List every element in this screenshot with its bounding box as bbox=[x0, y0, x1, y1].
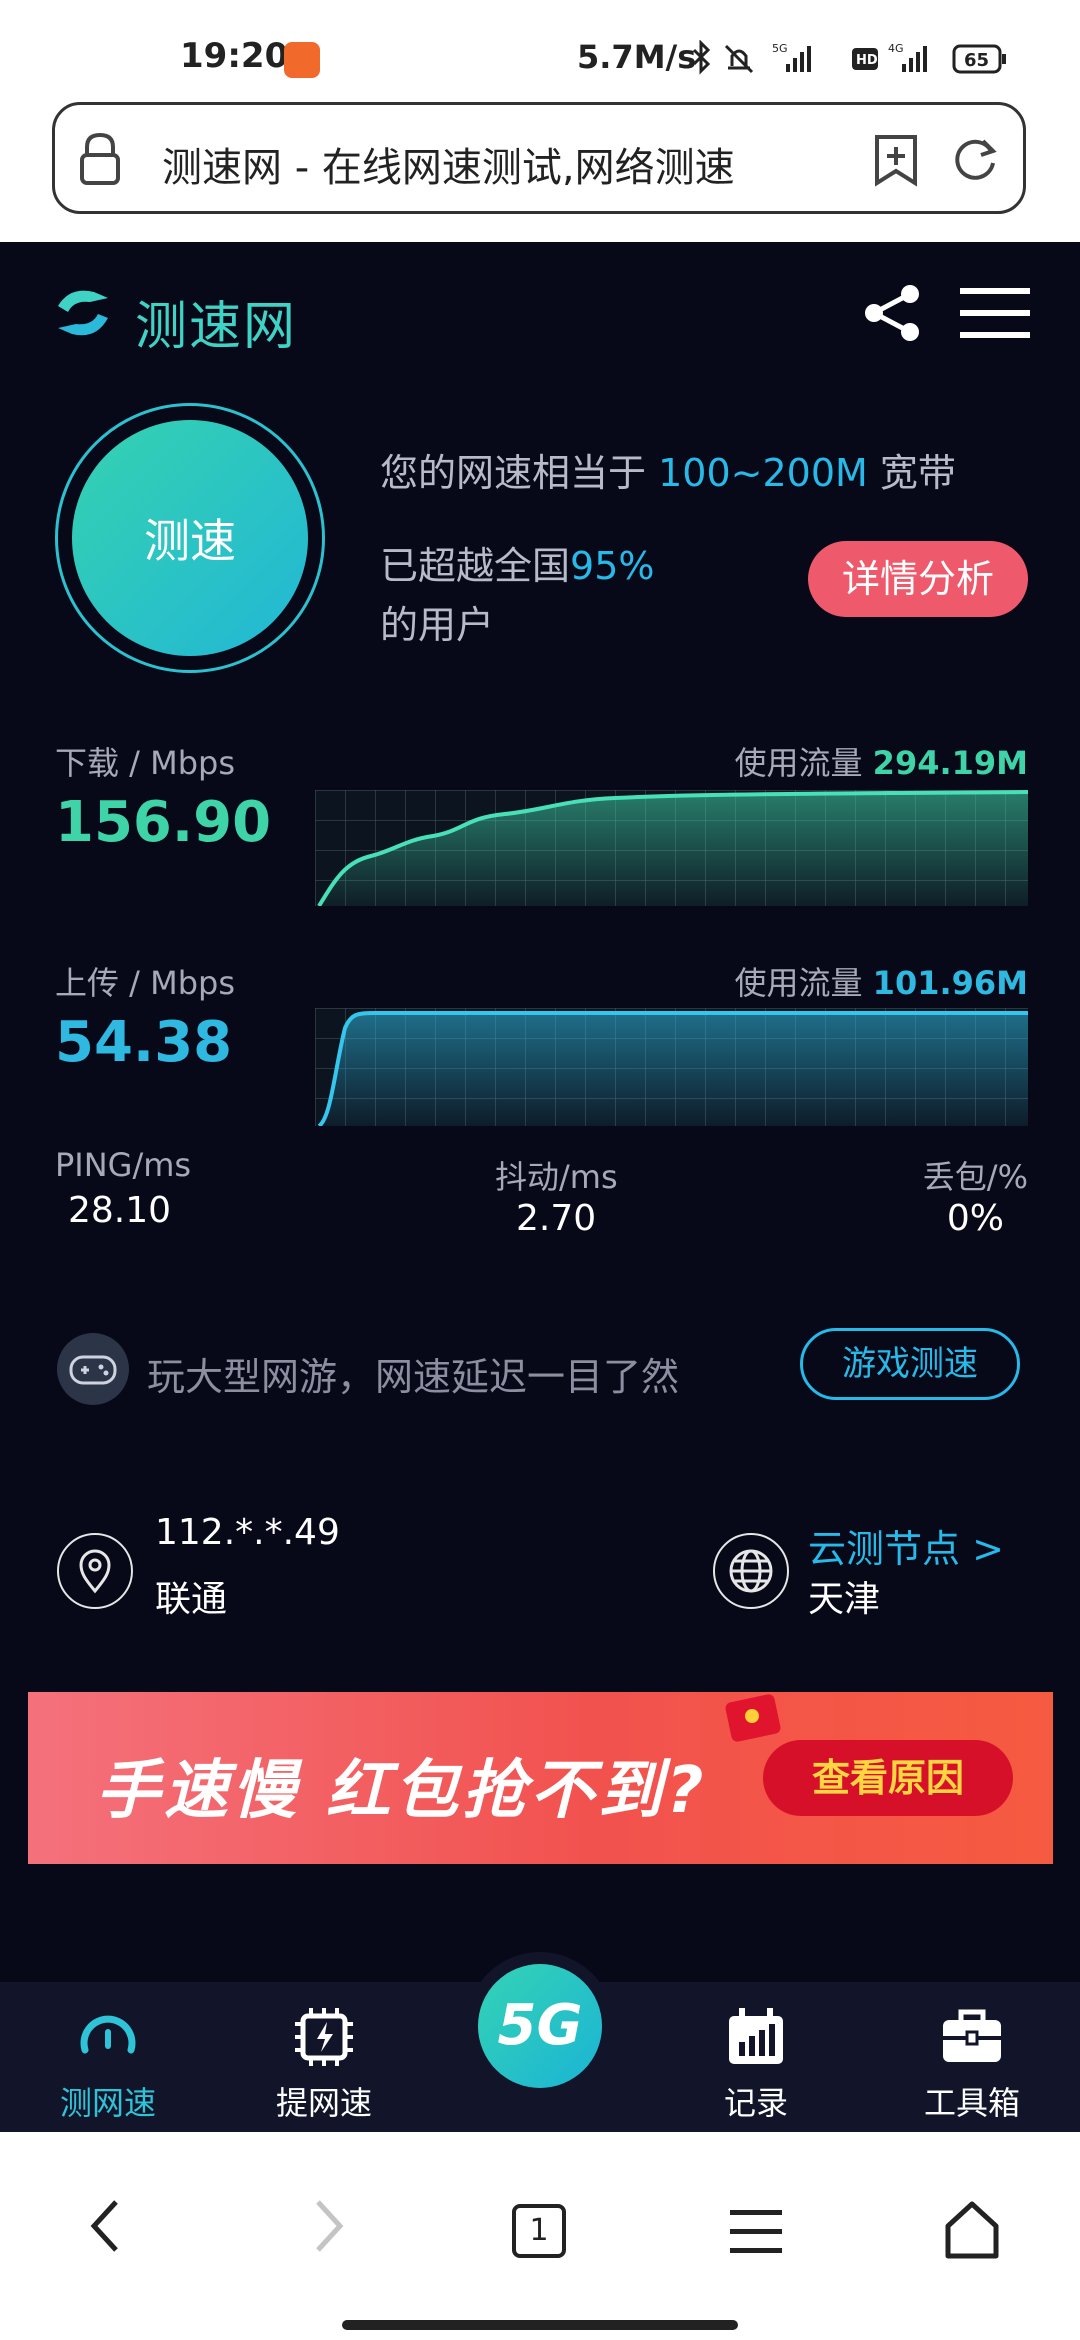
battery-level: 65 bbox=[964, 50, 989, 71]
beat-summary: 已超越全国95% bbox=[380, 544, 655, 588]
speedometer-icon bbox=[80, 2015, 136, 2054]
page-title: 测速网 - 在线网速测试,网络测速 bbox=[162, 145, 735, 185]
loss-value: 0% bbox=[946, 1198, 1004, 1239]
tabs-count-button[interactable]: 1 bbox=[512, 2204, 566, 2258]
tab-toolbox-label: 工具箱 bbox=[923, 2084, 1020, 2122]
test-node-city: 天津 bbox=[808, 1579, 881, 1620]
bluetooth-icon bbox=[692, 40, 711, 75]
game-speedtest-button[interactable]: 游戏测速 bbox=[800, 1328, 1020, 1400]
back-icon[interactable] bbox=[86, 2196, 126, 2256]
upload-usage: 使用流量 101.96M bbox=[734, 964, 1028, 1002]
toolbox-icon bbox=[943, 2009, 1001, 2062]
status-time: 19:20 bbox=[180, 36, 289, 76]
game-promo-text: 玩大型网游，网速延迟一目了然 bbox=[147, 1355, 680, 1399]
upload-chart bbox=[315, 1008, 1028, 1126]
lock-icon bbox=[80, 132, 120, 185]
location-pin-icon bbox=[57, 1533, 133, 1609]
download-usage: 使用流量 294.19M bbox=[734, 744, 1028, 782]
upload-label: 上传 / Mbps bbox=[55, 964, 236, 1002]
ping-label: PING/ms bbox=[55, 1146, 192, 1184]
promo-banner[interactable]: 手速慢 红包抢不到? 查看原因 bbox=[28, 1692, 1053, 1864]
bookmark-add-icon[interactable] bbox=[871, 133, 921, 187]
tab-speedtest[interactable]: 测网速 bbox=[0, 1982, 216, 2132]
download-area bbox=[319, 792, 1028, 906]
start-test-label[interactable]: 测速 bbox=[72, 505, 308, 571]
home-icon[interactable] bbox=[942, 2198, 1002, 2260]
records-icon bbox=[729, 2008, 783, 2064]
browser-menu-icon[interactable] bbox=[728, 2202, 784, 2260]
tab-speedtest-label: 测网速 bbox=[59, 2084, 156, 2122]
isp-name: 联通 bbox=[155, 1579, 228, 1620]
banner-cta-button[interactable]: 查看原因 bbox=[763, 1740, 1013, 1816]
tab-toolbox[interactable]: 工具箱 bbox=[864, 1982, 1080, 2132]
menu-icon[interactable] bbox=[958, 284, 1032, 342]
signal-4g-label: 4G bbox=[888, 42, 904, 55]
jitter-value: 2.70 bbox=[516, 1198, 597, 1239]
reload-icon[interactable] bbox=[947, 133, 1001, 187]
signal-icon-2 bbox=[902, 46, 927, 72]
ping-value: 28.10 bbox=[68, 1190, 172, 1231]
network-speed: 5.7M/s bbox=[577, 38, 697, 76]
signal-icon bbox=[786, 46, 811, 72]
jitter-label: 抖动/ms bbox=[495, 1158, 618, 1196]
chip-icon bbox=[295, 2008, 353, 2066]
svg-text:HD: HD bbox=[856, 53, 878, 68]
gesture-bar bbox=[342, 2320, 738, 2330]
upload-area bbox=[319, 1013, 1028, 1126]
logo-text: 测速网 bbox=[135, 297, 298, 357]
app-notification-icon bbox=[284, 42, 320, 78]
download-speed: 156.90 bbox=[55, 790, 272, 855]
url-bar[interactable]: 测速网 - 在线网速测试,网络测速 bbox=[52, 102, 1026, 214]
status-bar: 19:20 5.7M/s 5G HD 4G 65 bbox=[0, 0, 1080, 95]
tab-boost[interactable]: 提网速 bbox=[216, 1982, 432, 2132]
mute-icon bbox=[724, 44, 754, 74]
system-nav-bar: 1 bbox=[0, 2132, 1080, 2340]
download-chart bbox=[315, 790, 1028, 906]
detail-analysis-button[interactable]: 详情分析 bbox=[808, 541, 1028, 617]
5g-icon: 5G bbox=[478, 1964, 602, 2088]
beat-summary-suffix: 的用户 bbox=[380, 603, 495, 647]
signal-5g-label: 5G bbox=[772, 42, 788, 55]
status-icons: 5G HD 4G 65 bbox=[692, 40, 1006, 75]
tab-boost-label: 提网速 bbox=[275, 2084, 372, 2122]
forward-icon[interactable] bbox=[308, 2196, 348, 2256]
banner-headline: 手速慢 红包抢不到? bbox=[96, 1754, 708, 1828]
logo-icon bbox=[58, 290, 108, 336]
share-icon[interactable] bbox=[862, 282, 924, 344]
tab-5g[interactable]: 5G bbox=[466, 1952, 614, 2100]
download-label: 下载 / Mbps bbox=[55, 744, 236, 782]
tab-records[interactable]: 记录 bbox=[648, 1982, 864, 2132]
loss-label: 丢包/% bbox=[922, 1158, 1028, 1196]
speed-summary: 您的网速相当于 100~200M 宽带 bbox=[380, 451, 956, 495]
globe-icon[interactable] bbox=[713, 1533, 789, 1609]
gamepad-icon bbox=[69, 1355, 117, 1385]
test-node-link[interactable]: 云测节点 > bbox=[808, 1518, 1004, 1573]
tab-records-label: 记录 bbox=[723, 2084, 788, 2122]
ip-address: 112.*.*.49 bbox=[155, 1512, 340, 1553]
gamepad-icon-bg bbox=[57, 1333, 129, 1405]
upload-speed: 54.38 bbox=[55, 1010, 233, 1075]
